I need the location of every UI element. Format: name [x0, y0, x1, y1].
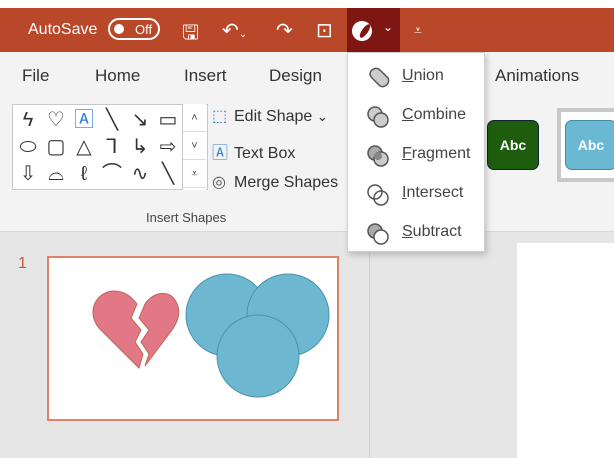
scroll-up-icon[interactable]: ˄: [183, 104, 206, 132]
main-slide-canvas[interactable]: [517, 243, 614, 458]
tab-file[interactable]: File: [22, 66, 49, 86]
merge-shapes-label: Merge Shapes: [234, 174, 339, 191]
down-arrow-shape[interactable]: ⇩: [15, 161, 41, 187]
chevron-down-icon: ⌄: [383, 20, 394, 34]
save-icon[interactable]: 🖫: [182, 18, 199, 52]
broken-heart-shape: [138, 292, 180, 367]
undo-icon[interactable]: ↶⌄: [222, 18, 247, 43]
style-label: Abc: [577, 137, 605, 153]
merge-shapes-button[interactable]: ◎ Merge Shapes: [212, 172, 338, 192]
tab-insert[interactable]: Insert: [184, 66, 227, 86]
oval-shape[interactable]: ⬭: [15, 134, 41, 160]
scribble-shape[interactable]: ℓ: [71, 161, 97, 187]
shape-style-blue[interactable]: Abc: [565, 120, 614, 170]
menu-label: nion: [413, 67, 444, 84]
tab-animations[interactable]: Animations: [495, 66, 579, 86]
elbow-connector-shape[interactable]: ⅂: [99, 134, 125, 160]
merge-shapes-icon: [352, 21, 372, 41]
autosave-label: AutoSave: [28, 21, 98, 38]
ribbon: ϟ ♡ 🄰 ╲ ↘ ▭ ⬭ ▢ △ ⅂ ↳ ⇨ ⇩ ⌓ ℓ ⌒ ∿ ╲ ˄ ˅ ⩡ …: [0, 98, 614, 232]
tab-design[interactable]: Design: [269, 66, 322, 86]
freeform-shape[interactable]: ⌓: [43, 161, 69, 187]
heart-shape[interactable]: ♡: [43, 107, 69, 133]
ribbon-tabs: File Home Insert Design Animations: [0, 52, 614, 98]
fragment-icon: [367, 145, 389, 167]
accel: F: [402, 145, 412, 162]
group-label: Insert Shapes: [146, 210, 227, 225]
tab-home[interactable]: Home: [95, 66, 140, 86]
merge-shapes-icon: ◎: [212, 174, 226, 191]
lightning-shape[interactable]: ϟ: [15, 107, 41, 133]
edit-shape-icon: ⬚: [212, 108, 228, 125]
edit-shape-button[interactable]: ⬚ Edit Shape ⌄: [212, 106, 328, 126]
menu-label: ombine: [413, 106, 467, 123]
subtract-icon: [367, 223, 389, 245]
text-box-label: Text Box: [234, 145, 296, 162]
autosave-toggle[interactable]: Off: [108, 18, 160, 40]
arrow-line-shape[interactable]: ↘: [127, 107, 153, 133]
shape-style-green[interactable]: Abc: [487, 120, 539, 170]
combine-icon: [367, 106, 389, 128]
menu-item-fragment[interactable]: Fragment: [348, 136, 484, 172]
menu-label: ntersect: [406, 184, 464, 201]
intersect-icon: [367, 184, 389, 206]
slide-content: [92, 273, 330, 398]
triangle-shape[interactable]: △: [71, 134, 97, 160]
curve-shape[interactable]: ∿: [127, 161, 153, 187]
gallery-scroll[interactable]: ˄ ˅ ⩡: [182, 104, 206, 190]
slide-number: 1: [18, 255, 27, 272]
chevron-down-icon: ⌄: [316, 109, 328, 124]
text-box-icon: 🄰: [212, 145, 229, 162]
accel: S: [402, 223, 413, 240]
accel: C: [402, 106, 414, 123]
textbox-shape[interactable]: 🄰: [71, 107, 97, 133]
rounded-rect-shape[interactable]: ▢: [43, 134, 69, 160]
rectangle-shape[interactable]: ▭: [155, 107, 181, 133]
shapes-gallery: ϟ ♡ 🄰 ╲ ↘ ▭ ⬭ ▢ △ ⅂ ↳ ⇨ ⇩ ⌓ ℓ ⌒ ∿ ╲: [12, 104, 208, 190]
slide-thumbnails-pane: 1: [0, 233, 370, 458]
accel: U: [402, 67, 414, 84]
merge-shapes-quick-button[interactable]: ⌄: [347, 8, 400, 52]
style-label: Abc: [499, 137, 527, 153]
arc-shape[interactable]: ⌒: [99, 161, 125, 187]
redo-icon[interactable]: ↷: [276, 18, 293, 43]
edit-shape-label: Edit Shape: [234, 108, 313, 125]
menu-item-intersect[interactable]: Intersect: [348, 175, 484, 211]
scroll-down-icon[interactable]: ˅: [183, 132, 206, 160]
top-strip: [0, 0, 614, 8]
title-bar: AutoSave Off 🖫 ↶⌄ ↷ ⊡ ⌄ ⩡: [0, 8, 614, 52]
circle-shape: [216, 314, 300, 398]
customize-icon[interactable]: ⩡: [414, 22, 422, 39]
toggle-state: Off: [135, 22, 153, 37]
menu-label: ubtract: [412, 223, 462, 240]
right-arrow-shape[interactable]: ⇨: [155, 134, 181, 160]
line2-shape[interactable]: ╲: [155, 161, 181, 187]
broken-heart-shape: [92, 290, 144, 369]
menu-item-subtract[interactable]: Subtract: [348, 214, 484, 250]
toggle-knob: [114, 24, 124, 34]
menu-label: ragment: [411, 145, 471, 162]
elbow-arrow-shape[interactable]: ↳: [127, 134, 153, 160]
present-icon[interactable]: ⊡: [316, 18, 333, 43]
text-box-button[interactable]: 🄰 Text Box: [212, 139, 295, 163]
union-icon: [369, 67, 390, 88]
menu-item-union[interactable]: Union: [348, 58, 484, 94]
slide-thumbnail[interactable]: [47, 256, 339, 421]
gallery-more-icon[interactable]: ⩡: [183, 160, 206, 188]
menu-item-combine[interactable]: Combine: [348, 97, 484, 133]
merge-shapes-menu: Union Combine Fragment Intersect Subtrac…: [347, 52, 485, 252]
line-shape[interactable]: ╲: [99, 107, 125, 133]
